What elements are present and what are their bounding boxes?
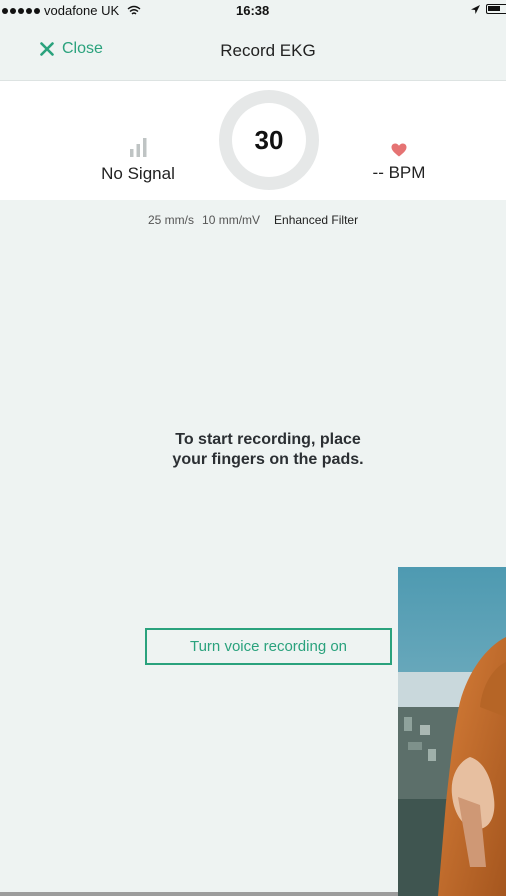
recording-instructions: To start recording, place your fingers o… (120, 430, 416, 470)
voice-recording-button[interactable]: Turn voice recording on (145, 628, 392, 665)
screen: vodafone UK 16:38 Close Record EKG No Si… (0, 0, 506, 896)
photo-image (398, 567, 506, 896)
gain-setting: 10 mm/mV (202, 213, 261, 227)
status-time: 16:38 (236, 3, 270, 18)
nav-bar: Close Record EKG (0, 22, 506, 81)
carrier-name: vodafone UK (44, 3, 120, 18)
stats-area: No Signal 30 -- BPM (0, 81, 506, 200)
status-left: vodafone UK (2, 3, 141, 18)
wifi-icon (127, 5, 141, 15)
signal-bars-icon (130, 138, 147, 157)
paper-speed: 25 mm/s (148, 213, 195, 227)
bpm-label: -- BPM (372, 163, 426, 182)
bpm-indicator: -- BPM (354, 143, 444, 183)
countdown-value: 30 (232, 103, 306, 177)
signal-label: No Signal (101, 164, 175, 183)
filter-setting[interactable]: Enhanced Filter (274, 213, 358, 227)
heart-icon (391, 143, 407, 157)
recording-settings: 25 mm/s 10 mm/mV Enhanced Filter (148, 213, 358, 227)
person-photo (398, 567, 506, 896)
countdown-ring: 30 (219, 90, 319, 190)
instructions-line-1: To start recording, place (175, 431, 361, 448)
battery-icon (486, 4, 506, 14)
page-title: Record EKG (220, 41, 316, 60)
status-right (471, 4, 506, 14)
instructions-line-2: your fingers on the pads. (172, 451, 364, 468)
signal-indicator: No Signal (86, 136, 190, 184)
status-bar: vodafone UK 16:38 (0, 0, 506, 22)
cellular-signal-icon (2, 7, 40, 14)
location-arrow-icon (471, 4, 480, 14)
